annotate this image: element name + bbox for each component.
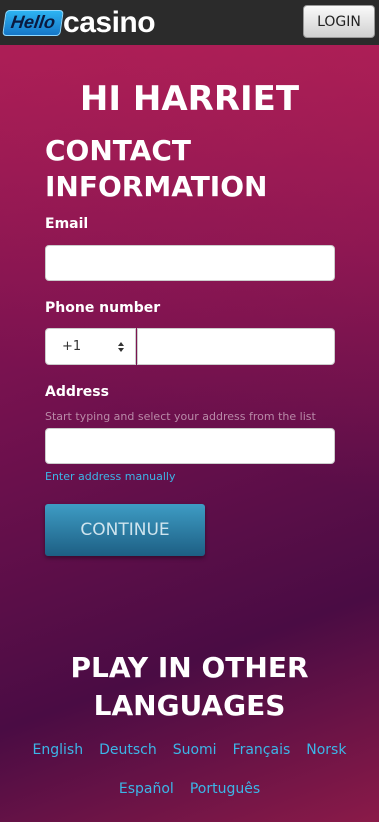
sort-arrows-icon — [118, 341, 124, 352]
other-languages-heading: PLAY IN OTHER LANGUAGES — [70, 651, 309, 722]
login-button[interactable]: LOGIN — [303, 5, 375, 38]
language-link-deutsch[interactable]: Deutsch — [99, 742, 157, 758]
phone-number-field[interactable] — [137, 328, 335, 365]
address-hint: Start typing and select your address fro… — [45, 410, 316, 423]
country-code-select[interactable]: +1 — [45, 328, 136, 365]
enter-address-manually-link[interactable]: Enter address manually — [45, 470, 176, 483]
country-code-value: +1 — [62, 339, 82, 354]
hellocasino-logo[interactable]: Hello casino — [2, 6, 156, 39]
language-link-suomi[interactable]: Suomi — [173, 742, 217, 758]
language-link-francais[interactable]: Français — [233, 742, 291, 758]
logo-hello-text: Hello — [2, 10, 64, 36]
email-label: Email — [45, 216, 89, 232]
phone-number-group: +1 — [45, 328, 335, 365]
registration-panel: HI HARRIET CONTACT INFORMATION Email Pho… — [0, 45, 379, 822]
continue-button[interactable]: CONTINUE — [45, 504, 205, 556]
phone-label: Phone number — [45, 300, 161, 316]
address-label: Address — [45, 384, 109, 400]
language-link-norsk[interactable]: Norsk — [306, 742, 346, 758]
contact-info-heading: CONTACT INFORMATION — [45, 134, 268, 203]
logo-casino-text: casino — [63, 6, 156, 39]
language-links-row-2: Español Português — [0, 781, 379, 797]
language-links-row-1: English Deutsch Suomi Français Norsk — [0, 742, 379, 758]
top-bar: Hello casino LOGIN — [0, 0, 379, 45]
language-link-english[interactable]: English — [33, 742, 84, 758]
email-field[interactable] — [45, 245, 335, 281]
language-link-portugues[interactable]: Português — [190, 781, 260, 797]
address-field[interactable] — [45, 428, 335, 464]
language-link-espanol[interactable]: Español — [119, 781, 174, 797]
greeting-heading: HI HARRIET — [79, 79, 300, 119]
